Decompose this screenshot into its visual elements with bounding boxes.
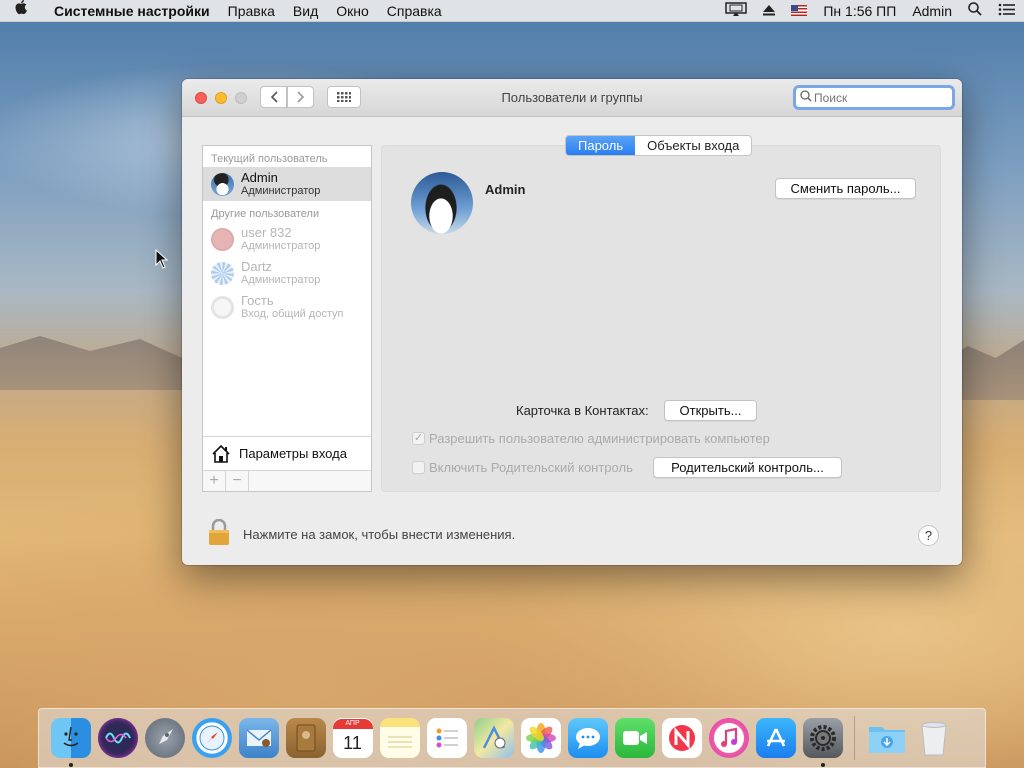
dock-separator [854, 716, 855, 760]
menu-view[interactable]: Вид [284, 3, 327, 19]
notes-icon[interactable] [379, 718, 420, 758]
reminders-icon[interactable] [426, 718, 467, 758]
user-name: user 832 [241, 224, 292, 240]
login-options-label: Параметры входа [239, 446, 347, 461]
open-contacts-button[interactable]: Открыть... [664, 400, 757, 421]
contacts-card-label: Карточка в Контактах: [516, 403, 649, 418]
user-role: Вход, общий доступ [241, 307, 344, 320]
siri-icon[interactable] [97, 718, 138, 758]
launchpad-icon[interactable] [144, 718, 185, 758]
current-user-header: Текущий пользователь [211, 153, 328, 165]
parental-controls-label: Включить Родительский контроль [429, 460, 633, 475]
sidebar-toolbar: + − [203, 470, 371, 491]
avatar [211, 172, 234, 196]
parental-controls-button[interactable]: Родительский контроль... [653, 457, 842, 478]
search-input[interactable] [814, 90, 944, 105]
tab-bar: Пароль Объекты входа [565, 135, 753, 156]
contacts-book-icon[interactable] [285, 718, 326, 758]
sidebar-item-user-832[interactable]: user 832 Администратор [203, 222, 371, 256]
notification-center-icon[interactable] [998, 3, 1016, 19]
tab-login-items[interactable]: Объекты входа [635, 136, 751, 155]
login-options-item[interactable]: Параметры входа [203, 436, 371, 470]
lock-icon[interactable] [208, 519, 230, 545]
menu-user[interactable]: Admin [912, 3, 952, 19]
photos-icon[interactable] [520, 718, 561, 758]
messages-icon[interactable] [567, 718, 608, 758]
allow-admin-checkbox[interactable]: ✓ [412, 432, 425, 445]
window-titlebar[interactable]: Пользователи и группы [182, 79, 962, 117]
house-icon [212, 444, 230, 463]
lock-hint-text: Нажмите на замок, чтобы внести изменения… [243, 527, 516, 542]
us-flag-input-icon[interactable] [791, 5, 808, 16]
users-sidebar: Текущий пользователь Admin Администратор… [202, 145, 372, 492]
menu-edit[interactable]: Правка [219, 3, 284, 19]
sidebar-item-dartz[interactable]: Dartz Администратор [203, 256, 371, 290]
trash-icon[interactable] [914, 718, 954, 758]
tab-password[interactable]: Пароль [566, 136, 636, 155]
selected-user-name: Admin [485, 182, 526, 197]
finder-icon[interactable] [50, 718, 91, 767]
calendar-icon[interactable]: АПР 11 [332, 718, 373, 758]
other-users-header: Другие пользователи [211, 208, 320, 220]
parental-controls-checkbox[interactable] [412, 461, 425, 474]
news-icon[interactable] [661, 718, 702, 758]
downloads-folder-icon[interactable] [867, 718, 907, 758]
dock: АПР 11 [38, 708, 986, 768]
app-store-icon[interactable] [755, 718, 796, 758]
allow-admin-label: Разрешить пользователю администрировать … [429, 431, 770, 446]
safari-icon[interactable] [191, 718, 232, 758]
apple-menu-icon[interactable] [0, 0, 44, 21]
remove-user-button[interactable]: − [226, 471, 249, 491]
user-role: Администратор [241, 184, 321, 197]
menu-clock[interactable]: Пн 1:56 ПП [823, 3, 896, 19]
user-avatar-large[interactable] [411, 172, 473, 234]
search-field[interactable] [793, 85, 955, 110]
menu-app-name[interactable]: Системные настройки [44, 3, 219, 19]
facetime-icon[interactable] [614, 718, 655, 758]
menu-window[interactable]: Окно [327, 3, 378, 19]
user-name: Admin [241, 169, 278, 185]
avatar [211, 261, 234, 285]
itunes-icon[interactable] [708, 718, 749, 758]
mouse-cursor-icon [155, 249, 169, 269]
system-preferences-icon[interactable] [802, 718, 843, 767]
eject-icon[interactable] [763, 3, 776, 19]
menu-help[interactable]: Справка [378, 3, 451, 19]
guest-avatar [211, 295, 234, 319]
help-button[interactable]: ? [918, 525, 939, 546]
mail-icon[interactable] [238, 718, 279, 758]
sidebar-item-admin[interactable]: Admin Администратор [203, 167, 371, 201]
user-name: Гость [241, 292, 274, 308]
airplay-display-icon[interactable] [725, 2, 748, 19]
users-groups-window: Пользователи и группы Текущий пользовате… [182, 79, 962, 565]
running-indicator [68, 763, 73, 767]
user-role: Администратор [241, 273, 321, 286]
user-name: Dartz [241, 258, 273, 274]
add-user-button[interactable]: + [203, 471, 226, 491]
spotlight-search-icon[interactable] [968, 2, 982, 19]
maps-icon[interactable] [473, 718, 514, 758]
avatar [211, 227, 234, 251]
sidebar-item-guest[interactable]: Гость Вход, общий доступ [203, 290, 371, 324]
change-password-button[interactable]: Сменить пароль... [775, 178, 916, 199]
search-icon [800, 90, 812, 105]
calendar-month: АПР [332, 719, 373, 729]
menu-bar: Системные настройки Правка Вид Окно Спра… [0, 0, 1024, 22]
user-role: Администратор [241, 239, 321, 252]
calendar-day: 11 [343, 733, 362, 753]
running-indicator [820, 763, 825, 767]
